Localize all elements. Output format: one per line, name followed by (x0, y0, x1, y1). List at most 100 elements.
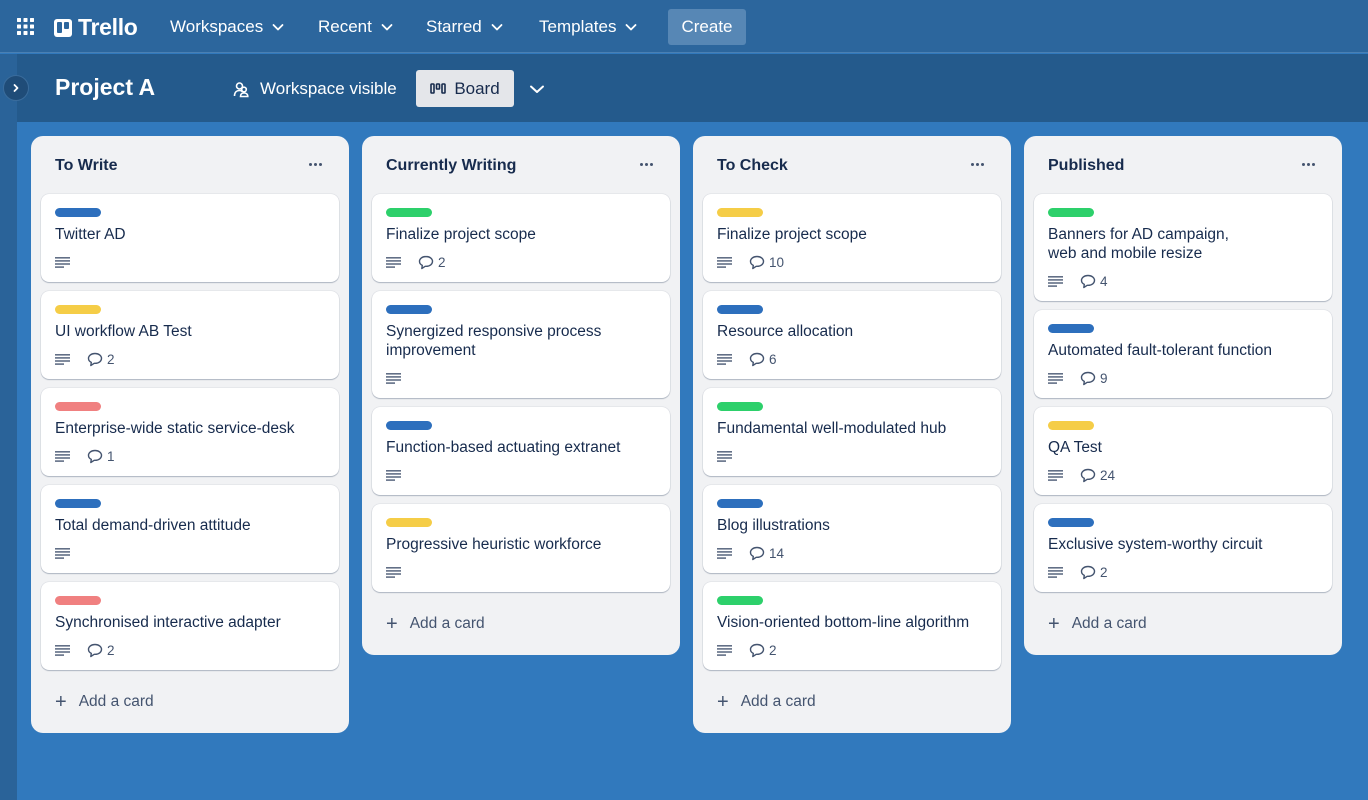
card-label-blue[interactable] (1048, 324, 1094, 333)
card-title: Exclusive system-worthy circuit (1048, 536, 1263, 553)
card-label-yellow[interactable] (717, 208, 763, 217)
description-icon (55, 547, 70, 559)
list-menu-button[interactable] (634, 154, 658, 174)
card-title: Finalize project scope (717, 226, 867, 243)
card-badges: 2 (386, 253, 656, 271)
card[interactable]: Resource allocation 6 (703, 291, 1001, 379)
list-title[interactable]: Published (1048, 157, 1124, 175)
nav-starred[interactable]: Starred (426, 14, 503, 40)
card-label-blue[interactable] (386, 305, 432, 314)
list-title[interactable]: To Write (55, 157, 118, 175)
comment-count: 1 (107, 448, 115, 464)
nav-templates[interactable]: Templates (539, 14, 637, 40)
card-badges: 2 (717, 641, 987, 659)
card-badges: 2 (55, 641, 325, 659)
card-badges (55, 544, 325, 562)
card-label-blue[interactable] (717, 305, 763, 314)
grid-icon (17, 18, 34, 35)
card[interactable]: Twitter AD (41, 194, 339, 282)
card[interactable]: UI workflow AB Test 2 (41, 291, 339, 379)
card-label-red[interactable] (55, 596, 101, 605)
card[interactable]: Finalize project scope 2 (372, 194, 670, 282)
comment-icon (1080, 274, 1096, 288)
card-title: Fundamental well-modulated hub (717, 420, 947, 437)
nav-recent[interactable]: Recent (318, 14, 393, 40)
card[interactable]: Automated fault-tolerant function 9 (1034, 310, 1332, 398)
dot (649, 162, 653, 166)
card[interactable]: Synchronised interactive adapter 2 (41, 582, 339, 670)
board-view-button[interactable]: Board (416, 70, 514, 107)
card[interactable]: Fundamental well-modulated hub (703, 388, 1001, 476)
card-label-blue[interactable] (717, 499, 763, 508)
card-label-yellow[interactable] (1048, 421, 1094, 430)
card-label-green[interactable] (386, 208, 432, 217)
card-label-green[interactable] (1048, 208, 1094, 217)
create-button[interactable]: Create (668, 9, 746, 45)
view-switcher-dropdown[interactable] (528, 80, 546, 98)
card-label-green[interactable] (717, 596, 763, 605)
card-title: Synchronised interactive adapter (55, 614, 281, 631)
card-title: Function-based actuating extranet (386, 439, 621, 456)
description-icon (717, 353, 732, 365)
card[interactable]: Finalize project scope 10 (703, 194, 1001, 282)
board-header (17, 54, 1368, 122)
card-badges: 9 (1048, 369, 1318, 387)
card-label-blue[interactable] (1048, 518, 1094, 527)
dot (1301, 162, 1305, 166)
app-switcher-button[interactable] (17, 18, 34, 35)
card[interactable]: Progressive heuristic workforce (372, 504, 670, 592)
card-badges (717, 447, 987, 465)
card-badges: 6 (717, 350, 987, 368)
card-badges (386, 563, 656, 581)
card[interactable]: QA Test 24 (1034, 407, 1332, 495)
add-card-button[interactable]: + Add a card (41, 679, 339, 725)
list: To Check Finalize project scope 10 Resource… (693, 136, 1011, 733)
trello-logo[interactable]: Trello (54, 14, 138, 41)
card[interactable]: Synergized responsive process improvemen… (372, 291, 670, 398)
comment-count: 14 (769, 545, 785, 561)
comment-count-badge: 4 (1080, 274, 1108, 289)
card[interactable]: Total demand-driven attitude (41, 485, 339, 573)
list-title[interactable]: To Check (717, 157, 788, 175)
board-title[interactable]: Project A (55, 74, 155, 101)
card-label-blue[interactable] (55, 499, 101, 508)
card-label-yellow[interactable] (55, 305, 101, 314)
card-badges: 1 (55, 447, 325, 465)
expand-sidebar-button[interactable] (3, 75, 29, 101)
card-title: Vision-oriented bottom-line algorithm (717, 614, 970, 631)
card-title: Banners for AD campaign, web and mobile … (1048, 226, 1229, 262)
card-badges: 2 (1048, 563, 1318, 581)
card[interactable]: Blog illustrations 14 (703, 485, 1001, 573)
card[interactable]: Exclusive system-worthy circuit 2 (1034, 504, 1332, 592)
comment-count-badge: 1 (87, 449, 115, 464)
card-badges: 10 (717, 253, 987, 271)
nav-workspaces[interactable]: Workspaces (170, 14, 284, 40)
dot (313, 162, 317, 166)
list-menu-button[interactable] (1296, 154, 1320, 174)
chevron-down-icon (272, 24, 284, 31)
description-icon (386, 566, 401, 578)
comment-icon (1080, 371, 1096, 385)
list-menu-button[interactable] (965, 154, 989, 174)
add-card-button[interactable]: + Add a card (372, 601, 670, 647)
card-label-blue[interactable] (55, 208, 101, 217)
add-card-button[interactable]: + Add a card (1034, 601, 1332, 647)
card[interactable]: Vision-oriented bottom-line algorithm 2 (703, 582, 1001, 670)
card-badges: 24 (1048, 466, 1318, 484)
card-label-red[interactable] (55, 402, 101, 411)
add-card-label: Add a card (409, 615, 485, 632)
card-badges: 2 (55, 350, 325, 368)
list-title[interactable]: Currently Writing (386, 157, 516, 175)
visibility-button[interactable]: Workspace visible (233, 78, 397, 100)
card-label-blue[interactable] (386, 421, 432, 430)
comment-icon (418, 255, 434, 269)
card[interactable]: Enterprise-wide static service-desk 1 (41, 388, 339, 476)
list-menu-button[interactable] (303, 154, 327, 174)
card-label-yellow[interactable] (386, 518, 432, 527)
card-title: Progressive heuristic workforce (386, 536, 602, 553)
description-icon (717, 644, 732, 656)
card-label-green[interactable] (717, 402, 763, 411)
card[interactable]: Function-based actuating extranet (372, 407, 670, 495)
add-card-button[interactable]: + Add a card (703, 679, 1001, 725)
card[interactable]: Banners for AD campaign, web and mobile … (1034, 194, 1332, 301)
